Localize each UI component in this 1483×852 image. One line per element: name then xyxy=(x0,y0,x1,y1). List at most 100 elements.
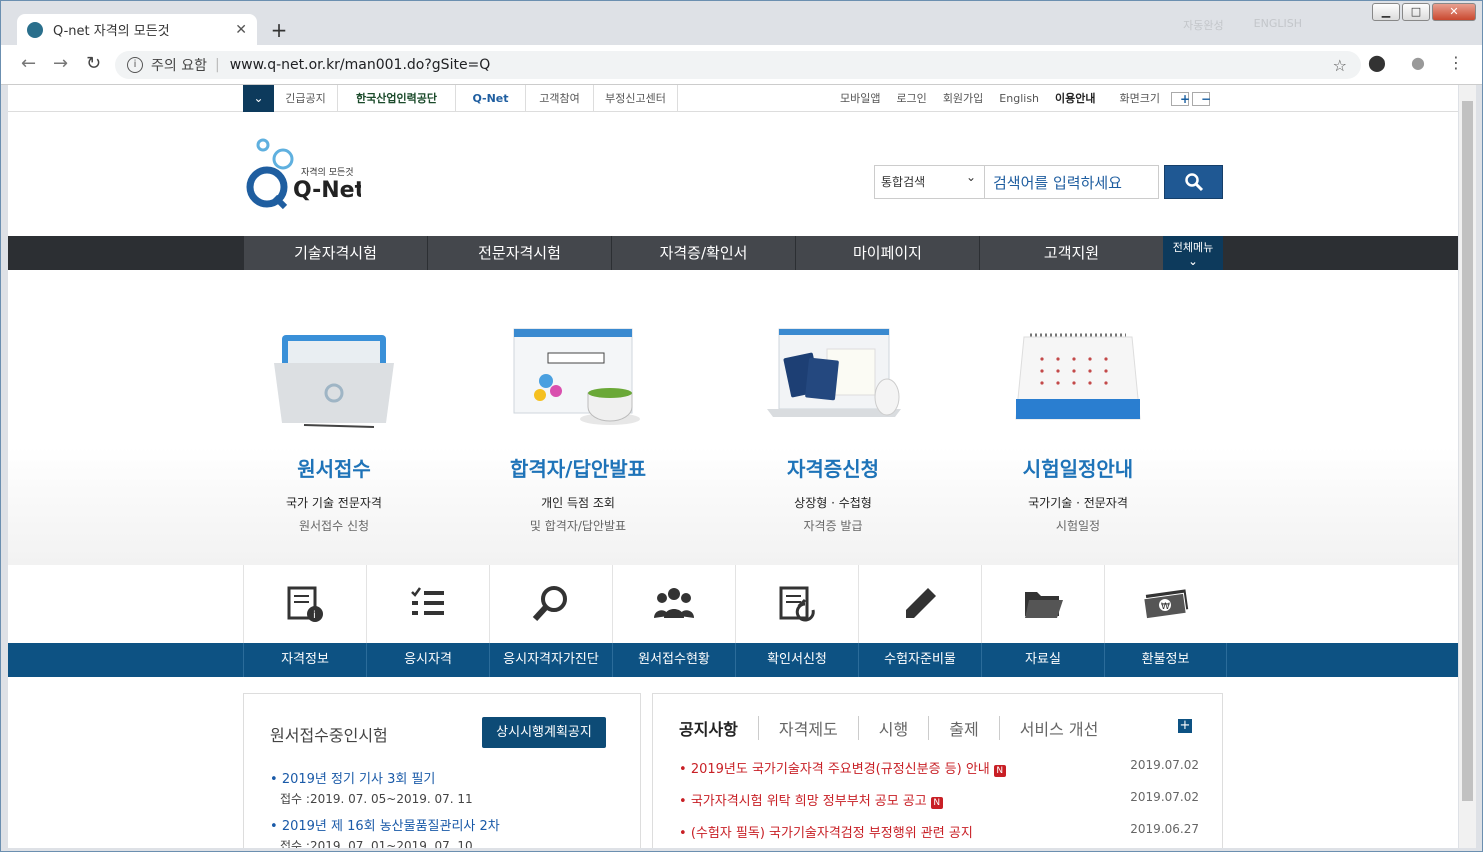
dropdown-toggle[interactable]: ⌄ xyxy=(243,85,274,112)
url-text[interactable]: www.q-net.or.kr/man001.do?gSite=Q xyxy=(230,57,491,73)
login-link[interactable]: 로그인 xyxy=(888,85,934,112)
address-bar[interactable]: i 주의 요함 | www.q-net.or.kr/man001.do?gSit… xyxy=(115,51,1361,79)
search-box: 통합검색 검색어를 입력하세요 xyxy=(874,165,1159,199)
forward-icon[interactable]: → xyxy=(53,53,68,74)
new-tab-button[interactable]: + xyxy=(267,19,291,43)
quick-icon-eligibility[interactable] xyxy=(366,565,489,643)
notice-text[interactable]: (수험자 필독) 국가기술자격검정 부정행위 관련 공지 xyxy=(691,826,973,841)
close-tab-icon[interactable]: ✕ xyxy=(235,22,247,38)
new-badge: N xyxy=(993,765,1006,777)
checklist-icon xyxy=(411,587,444,615)
quick-icon-self-check[interactable] xyxy=(489,565,612,643)
tab-execution[interactable]: 시행 xyxy=(857,716,928,740)
search-icon xyxy=(1184,173,1203,192)
extension-icon[interactable]: ⬤ xyxy=(1368,53,1386,72)
service-subdesc: 시험일정 xyxy=(1055,519,1101,533)
service-schedule[interactable]: 시험일정안내 국가기술 · 전문자격 시험일정 xyxy=(958,270,1198,534)
panel-heading: 원서접수중인시험 xyxy=(270,726,388,745)
new-badge: N xyxy=(930,797,943,809)
faded-link: 자동완성 xyxy=(1183,19,1224,32)
mobile-app-link[interactable]: 모바일앱 xyxy=(832,85,888,112)
tab-questions[interactable]: 출제 xyxy=(928,716,998,740)
list-item[interactable]: • 2019년도 국가기술자격 주요변경(규정신분증 등) 안내 N 2019.0… xyxy=(679,758,1199,777)
laptop-passport-illustration-icon xyxy=(763,323,903,433)
quick-label[interactable]: 응시자격 xyxy=(366,643,489,677)
zoom-out-button[interactable]: − xyxy=(1192,92,1211,106)
signup-link[interactable]: 회원가입 xyxy=(935,85,991,112)
reload-icon[interactable]: ↻ xyxy=(86,53,101,74)
quick-icon-archive[interactable] xyxy=(981,565,1104,643)
all-menu-button[interactable]: 전체메뉴 ⌄ xyxy=(1163,236,1223,270)
quick-icon-refund[interactable]: ₩ xyxy=(1104,565,1227,643)
back-icon[interactable]: ← xyxy=(21,53,36,74)
search-input[interactable]: 검색어를 입력하세요 xyxy=(985,172,1158,193)
page-scrollbar[interactable] xyxy=(1459,85,1476,848)
nav-certificate[interactable]: 자격증/확인서 xyxy=(611,236,795,270)
service-application[interactable]: 원서접수 국가 기술 전문자격 원서접수 신청 xyxy=(214,270,454,534)
list-item[interactable]: • 2019년 제 16회 농산물품질관리사 2차 접수 :2019. 07. … xyxy=(270,815,500,848)
quick-label[interactable]: 원서접수현황 xyxy=(612,643,735,677)
svg-text:i: i xyxy=(313,610,316,621)
notice-text[interactable]: 2019년도 국가기술자격 주요변경(규정신분증 등) 안내 xyxy=(691,762,990,777)
browser-tab[interactable]: Q-net 자격의 모든것 ✕ xyxy=(17,14,257,45)
report-center-link[interactable]: 부정신고센터 xyxy=(594,85,678,112)
hrdk-logo-link[interactable]: 한국산업인력공단 xyxy=(338,85,456,112)
nav-support[interactable]: 고객지원 xyxy=(979,236,1163,270)
exam-name[interactable]: 2019년 정기 기사 3회 필기 xyxy=(282,772,436,787)
open-exams-panel: 원서접수중인시험 상시시행계획공지 • 2019년 정기 기사 3회 필기 접수… xyxy=(243,693,641,848)
service-subdesc: 자격증 발급 xyxy=(803,519,863,533)
quick-icon-supplies[interactable] xyxy=(858,565,981,643)
list-item[interactable]: • (수험자 필독) 국가기술자격검정 부정행위 관련 공지 2019.06.2… xyxy=(679,822,1199,841)
money-icon: ₩ xyxy=(1143,589,1189,620)
qnet-logo[interactable]: 자격의 모든것 Q-Net xyxy=(241,135,366,215)
exam-name[interactable]: 2019년 제 16회 농산물품질관리사 2차 xyxy=(282,819,500,834)
profile-icon[interactable]: ● xyxy=(1411,53,1425,72)
quick-label[interactable]: 확인서신청 xyxy=(735,643,858,677)
info-icon[interactable]: i xyxy=(127,57,143,73)
menu-icon[interactable]: ⋮ xyxy=(1448,53,1464,72)
quick-label[interactable]: 응시자격자가진단 xyxy=(489,643,612,677)
customer-participation-link[interactable]: 고객참여 xyxy=(526,85,594,112)
people-group-icon xyxy=(654,588,694,618)
notice-date: 2019.07.02 xyxy=(1130,758,1199,772)
main-navigation: 기술자격시험 전문자격시험 자격증/확인서 마이페이지 고객지원 전체메뉴 ⌄ xyxy=(8,236,1458,270)
nav-pro-exam[interactable]: 전문자격시험 xyxy=(427,236,611,270)
service-desc: 국가 기술 전문자격 xyxy=(286,496,382,510)
service-desc: 국가기술 · 전문자격 xyxy=(1028,496,1128,510)
list-item[interactable]: • 2019년 정기 기사 3회 필기 접수 :2019. 07. 05~201… xyxy=(270,768,473,807)
nav-tech-exam[interactable]: 기술자격시험 xyxy=(243,236,427,270)
quick-label[interactable]: 자격정보 xyxy=(243,643,366,677)
quick-label[interactable]: 수험자준비물 xyxy=(858,643,981,677)
service-results[interactable]: 합격자/답안발표 개인 득점 조회 및 합격자/답안발표 xyxy=(458,270,698,534)
bookmark-star-icon[interactable]: ☆ xyxy=(1333,56,1347,75)
tab-system[interactable]: 자격제도 xyxy=(757,716,858,740)
minimize-button[interactable]: ▁ xyxy=(1372,3,1400,21)
search-category-select[interactable]: 통합검색 xyxy=(875,166,985,198)
tab-service-improvement[interactable]: 서비스 개선 xyxy=(998,716,1119,740)
urgent-notice-link[interactable]: 긴급공지 xyxy=(274,85,338,112)
favicon-icon xyxy=(27,21,43,38)
list-item[interactable]: • 국가자격시험 위탁 희망 정부부처 공모 공고 N 2019.07.02 xyxy=(679,790,1199,809)
maximize-button[interactable]: □ xyxy=(1402,3,1430,21)
quick-icon-application-status[interactable] xyxy=(612,565,735,643)
service-certificate[interactable]: 자격증신청 상장형 · 수첩형 자격증 발급 xyxy=(713,270,953,534)
notice-date: 2019.06.27 xyxy=(1130,822,1199,836)
usage-guide-link[interactable]: 이용안내 xyxy=(1047,85,1103,112)
more-plus-button[interactable]: + xyxy=(1178,719,1192,733)
zoom-in-button[interactable]: + xyxy=(1171,92,1190,106)
nav-mypage[interactable]: 마이페이지 xyxy=(795,236,979,270)
close-window-button[interactable]: ✕ xyxy=(1432,3,1476,21)
english-link[interactable]: English xyxy=(991,85,1047,112)
notice-text[interactable]: 국가자격시험 위탁 희망 정부부처 공모 공고 xyxy=(691,794,927,809)
qnet-logo-link[interactable]: Q-Net xyxy=(456,85,526,112)
scrollbar-thumb[interactable] xyxy=(1462,101,1473,801)
quick-icon-confirmation[interactable] xyxy=(735,565,858,643)
tab-notices[interactable]: 공지사항 xyxy=(679,716,758,740)
omnibox-divider: | xyxy=(214,57,220,73)
quick-label[interactable]: 자료실 xyxy=(981,643,1104,677)
plan-notice-button[interactable]: 상시시행계획공지 xyxy=(482,717,606,748)
quick-label[interactable]: 환불정보 xyxy=(1104,643,1227,677)
quick-icon-qualification-info[interactable]: i xyxy=(243,565,366,643)
search-button[interactable] xyxy=(1164,165,1223,199)
notice-date: 2019.07.02 xyxy=(1130,790,1199,804)
